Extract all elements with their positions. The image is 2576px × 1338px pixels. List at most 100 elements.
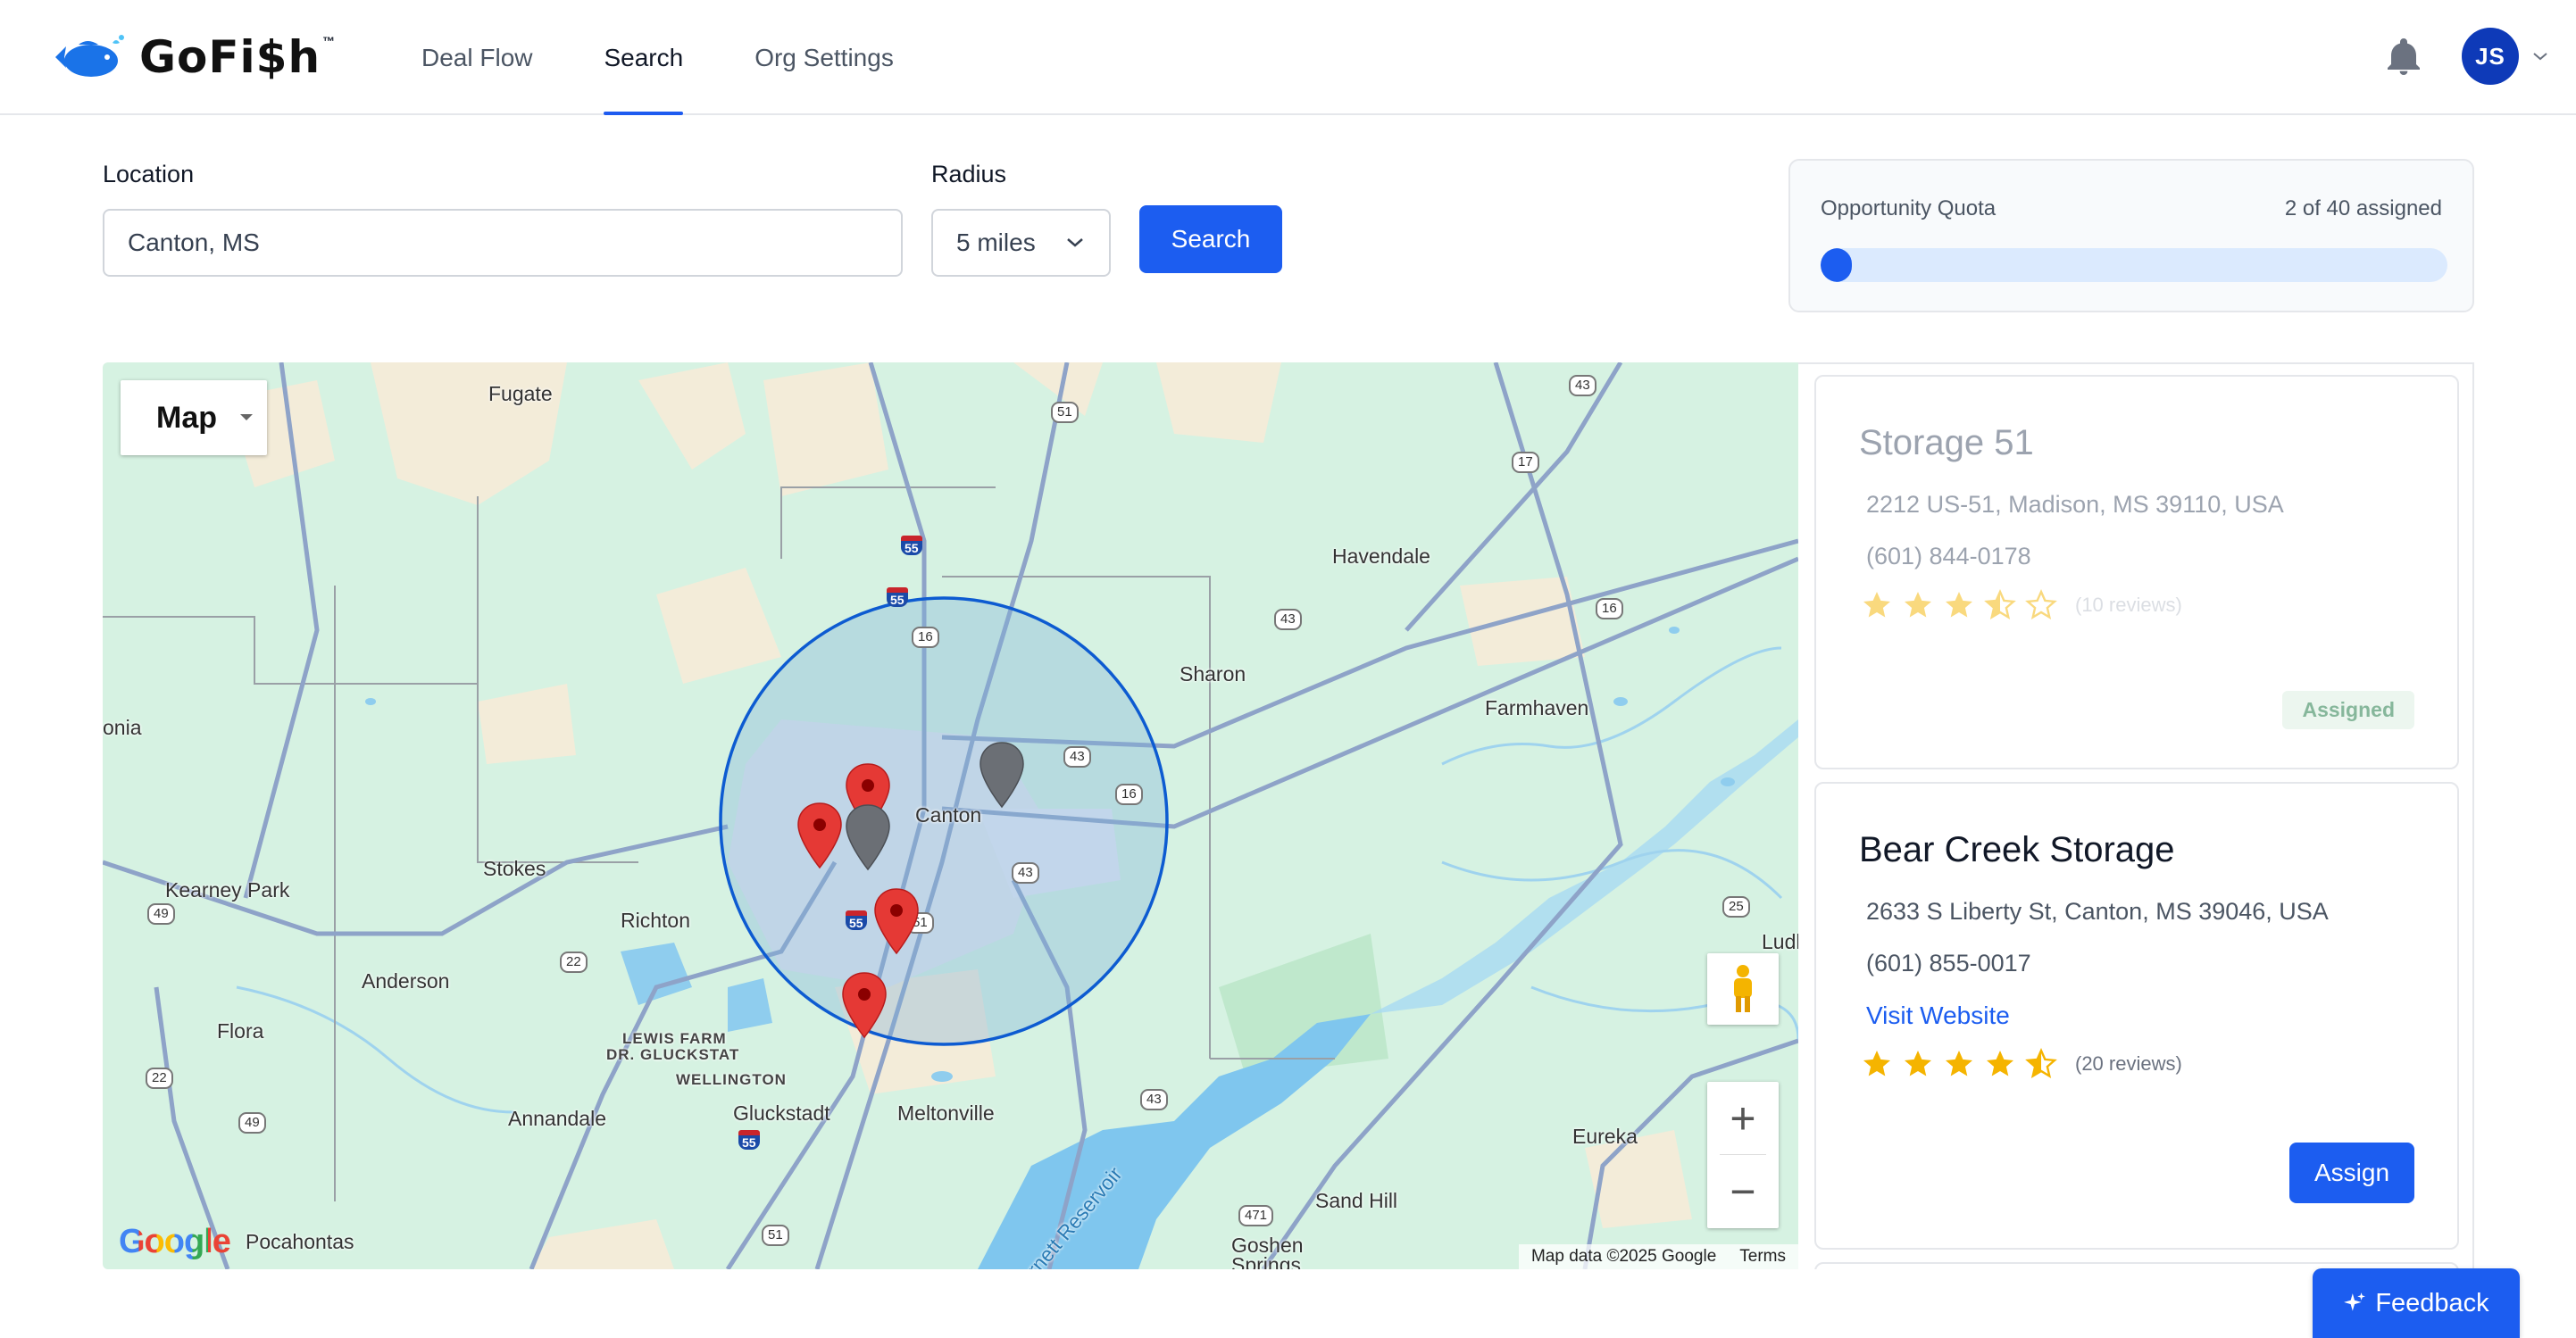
place-label: Annandale — [508, 1107, 606, 1130]
star-half-icon — [1984, 589, 2016, 619]
fish-logo-icon — [55, 35, 124, 77]
map-type-label: Map — [156, 400, 217, 435]
route-shield: 17 — [1512, 452, 1539, 473]
route-shield: 51 — [1051, 402, 1079, 423]
quota-count: 2 of 40 assigned — [2284, 196, 2442, 220]
place-label: DR. GLUCKSTAT — [606, 1046, 740, 1063]
listing-phone: (601) 855-0017 — [1866, 950, 2031, 976]
listing-phone: (601) 844-0178 — [1866, 543, 2031, 569]
listing-address: 2212 US-51, Madison, MS 39110, USA — [1866, 491, 2284, 518]
place-label: Gluckstadt — [733, 1101, 830, 1125]
listing-name: Storage 51 — [1859, 423, 2034, 462]
place-label: WELLINGTON — [676, 1071, 787, 1088]
zoom-out-minus-icon[interactable]: − — [1707, 1155, 1779, 1228]
feedback-button[interactable]: Feedback — [2313, 1268, 2520, 1338]
listing-name: Bear Creek Storage — [1859, 830, 2175, 869]
map-attribution: Map data ©2025 Google Terms — [1518, 1244, 1798, 1269]
map-data-credit: Map data ©2025 Google — [1530, 1247, 1717, 1266]
top-header: GoFi$h ™ Deal Flow Search Org Settings J… — [0, 0, 2576, 115]
opportunity-quota-panel: Opportunity Quota 2 of 40 assigned — [1788, 159, 2474, 312]
route-shield: 16 — [1115, 784, 1143, 805]
place-label: Meltonville — [897, 1101, 995, 1125]
nav-deal-flow[interactable]: Deal Flow — [402, 0, 552, 115]
street-view-pegman-icon[interactable] — [1707, 953, 1779, 1025]
interstate-shield: 55 — [887, 587, 908, 607]
star-full-icon — [1905, 1051, 1931, 1076]
place-label: Pocahontas — [246, 1230, 354, 1253]
listing-address: 2633 S Liberty St, Canton, MS 39046, USA — [1866, 898, 2329, 925]
location-label: Location — [103, 161, 195, 187]
place-label: Eureka — [1572, 1125, 1638, 1148]
radius-select[interactable]: 5 miles — [931, 209, 1111, 277]
place-label: Sand Hill — [1315, 1189, 1398, 1212]
chevron-down-icon — [1067, 238, 1083, 247]
quota-progress-bar — [1821, 248, 2447, 282]
brand-name: GoFi$h — [139, 31, 321, 83]
place-label: Sharon — [1180, 662, 1246, 686]
listing-card[interactable]: Storage 51 2212 US-51, Madison, MS 39110… — [1814, 375, 2459, 769]
quota-progress-fill — [1821, 248, 1853, 282]
route-shield: 43 — [1569, 375, 1596, 396]
interstate-shield: 55 — [738, 1130, 760, 1150]
rating-stars — [1861, 1048, 2066, 1080]
place-label: onia — [103, 716, 142, 739]
place-label: Canton — [915, 803, 982, 827]
route-shield: 43 — [1012, 862, 1039, 884]
map-marker-gray[interactable] — [844, 803, 892, 871]
star-half-icon — [2025, 1048, 2057, 1078]
route-shield: 43 — [1274, 609, 1302, 630]
assigned-badge: Assigned — [2282, 691, 2414, 729]
listing-rating: (20 reviews) — [1861, 1048, 2182, 1080]
sparkle-icon — [2344, 1292, 2366, 1311]
search-button[interactable]: Search — [1139, 205, 1282, 273]
notifications-bell-icon[interactable] — [2382, 36, 2425, 83]
map-marker-red[interactable] — [796, 802, 844, 869]
listing-card[interactable]: Bear Creek Storage 2633 S Liberty St, Ca… — [1814, 782, 2459, 1250]
brand-trademark: ™ — [322, 34, 336, 48]
map-type-control[interactable]: Map — [121, 380, 267, 455]
star-empty-icon — [2025, 589, 2057, 619]
review-count: (10 reviews) — [2075, 594, 2182, 616]
interstate-shield: 55 — [901, 536, 922, 555]
user-avatar[interactable]: JS — [2462, 28, 2519, 85]
star-full-icon — [1987, 1051, 2013, 1076]
place-label: Farmhaven — [1485, 696, 1589, 719]
map-marker-red[interactable] — [872, 887, 921, 955]
feedback-label: Feedback — [2375, 1288, 2489, 1317]
nav-search[interactable]: Search — [584, 0, 703, 115]
route-shield: 43 — [1063, 746, 1091, 768]
route-shield: 22 — [146, 1068, 173, 1089]
route-shield: 16 — [1596, 598, 1623, 619]
map-marker-gray[interactable] — [978, 741, 1026, 809]
map-view[interactable]: Fugate Havendale Sharon Farmhaven Canton… — [103, 362, 1798, 1269]
route-shield: 49 — [238, 1112, 266, 1134]
assign-button[interactable]: Assign — [2289, 1143, 2414, 1203]
place-label: Havendale — [1332, 544, 1430, 568]
nav-org-settings[interactable]: Org Settings — [735, 0, 913, 115]
map-terms-link[interactable]: Terms — [1739, 1247, 1786, 1267]
location-input[interactable]: Canton, MS — [103, 209, 903, 277]
star-full-icon — [1863, 1051, 1890, 1076]
visit-website-link[interactable]: Visit Website — [1866, 1001, 2010, 1030]
place-label: Springs — [1231, 1253, 1301, 1269]
place-label: Kearney Park — [165, 878, 290, 902]
route-shield: 51 — [762, 1225, 789, 1246]
radius-label: Radius — [931, 161, 1007, 187]
listing-results-panel[interactable]: Storage 51 2212 US-51, Madison, MS 39110… — [1798, 362, 2474, 1269]
place-label: LEWIS FARM — [622, 1030, 727, 1047]
caret-down-icon — [240, 414, 253, 420]
review-count: (20 reviews) — [2075, 1052, 2182, 1075]
listing-rating: (10 reviews) — [1861, 589, 2182, 621]
star-full-icon — [1946, 1051, 1972, 1076]
place-label: Fugate — [488, 382, 553, 405]
google-logo: Google — [119, 1223, 231, 1261]
star-full-icon — [1946, 592, 1972, 618]
rating-stars — [1861, 589, 2066, 621]
brand-logo[interactable]: GoFi$h ™ — [52, 30, 335, 84]
zoom-in-plus-icon[interactable]: + — [1707, 1082, 1779, 1155]
user-menu-chevron-down-icon[interactable] — [2531, 50, 2549, 67]
interstate-shield: 55 — [846, 910, 867, 930]
place-label: Anderson — [362, 969, 450, 993]
zoom-controls: + − — [1707, 1082, 1779, 1228]
map-marker-red[interactable] — [840, 971, 888, 1039]
